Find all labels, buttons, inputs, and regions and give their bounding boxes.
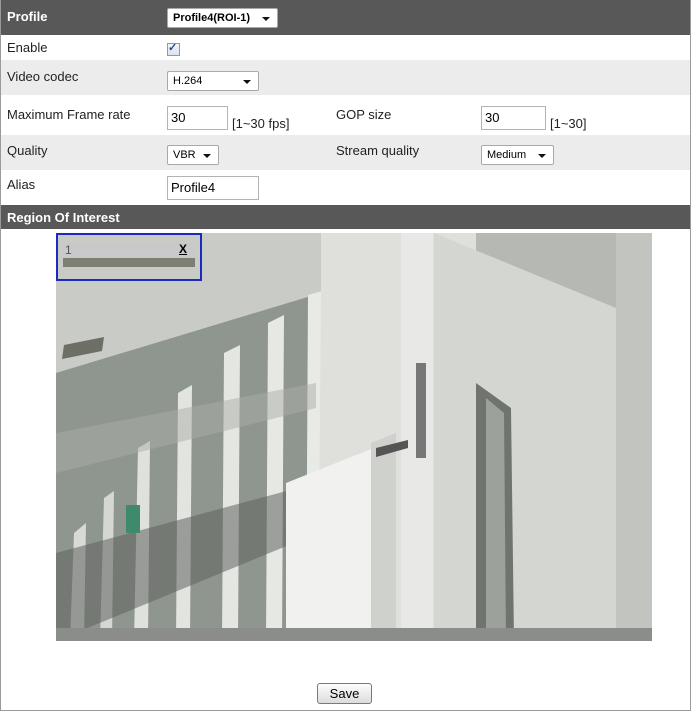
gop-size-input[interactable]: 30 (481, 106, 546, 130)
chevron-down-icon (262, 17, 270, 21)
alias-row: Alias Profile4 (1, 170, 690, 205)
gop-size-range: [1~30] (550, 116, 587, 131)
alias-input[interactable]: Profile4 (167, 176, 259, 200)
roi-region-strip (63, 258, 195, 267)
camera-scene-image (56, 233, 652, 641)
quality-row: Quality VBR Stream quality Medium (1, 135, 690, 170)
alias-label: Alias (7, 177, 36, 192)
enable-checkbox[interactable]: ✓ (167, 42, 180, 56)
video-codec-select[interactable]: H.264 (167, 71, 259, 91)
video-codec-label: Video codec (7, 69, 79, 84)
checkmark-icon: ✓ (168, 42, 178, 54)
profile-select-value: Profile4(ROI-1) (173, 12, 251, 24)
video-codec-row: Video codec H.264 (1, 60, 690, 95)
chevron-down-icon (203, 154, 211, 158)
video-preview[interactable] (56, 233, 652, 641)
quality-select-value: VBR (173, 149, 196, 161)
max-frame-rate-range: [1~30 fps] (232, 116, 290, 131)
gop-size-label: GOP size (336, 107, 392, 122)
chevron-down-icon (243, 80, 251, 84)
quality-select[interactable]: VBR (167, 145, 219, 165)
close-icon[interactable]: X (179, 243, 187, 256)
stream-quality-label: Stream quality (336, 143, 420, 158)
frame-rate-row: Maximum Frame rate 30 [1~30 fps] GOP siz… (1, 95, 690, 135)
profile-select[interactable]: Profile4(ROI-1) (167, 8, 278, 28)
save-button[interactable]: Save (317, 683, 372, 704)
quality-label: Quality (7, 143, 48, 158)
profile-row: Profile Profile4(ROI-1) (1, 0, 690, 35)
stream-quality-select[interactable]: Medium (481, 145, 554, 165)
stream-quality-select-value: Medium (487, 149, 527, 161)
max-frame-rate-label: Maximum Frame rate (7, 107, 131, 122)
enable-label: Enable (7, 40, 48, 55)
max-frame-rate-input[interactable]: 30 (167, 106, 228, 130)
roi-section-title: Region Of Interest (7, 210, 120, 225)
roi-region-box[interactable]: 1 X (56, 233, 202, 281)
roi-region-titlebar (63, 243, 195, 258)
chevron-down-icon (538, 154, 546, 158)
roi-region-number: 1 (65, 243, 72, 257)
video-codec-select-value: H.264 (173, 75, 203, 87)
roi-section-header: Region Of Interest (1, 205, 690, 229)
profile-label: Profile (7, 9, 48, 24)
roi-settings-panel: Profile Profile4(ROI-1) Enable ✓ Video c… (0, 0, 691, 711)
enable-row: Enable ✓ (1, 35, 690, 60)
